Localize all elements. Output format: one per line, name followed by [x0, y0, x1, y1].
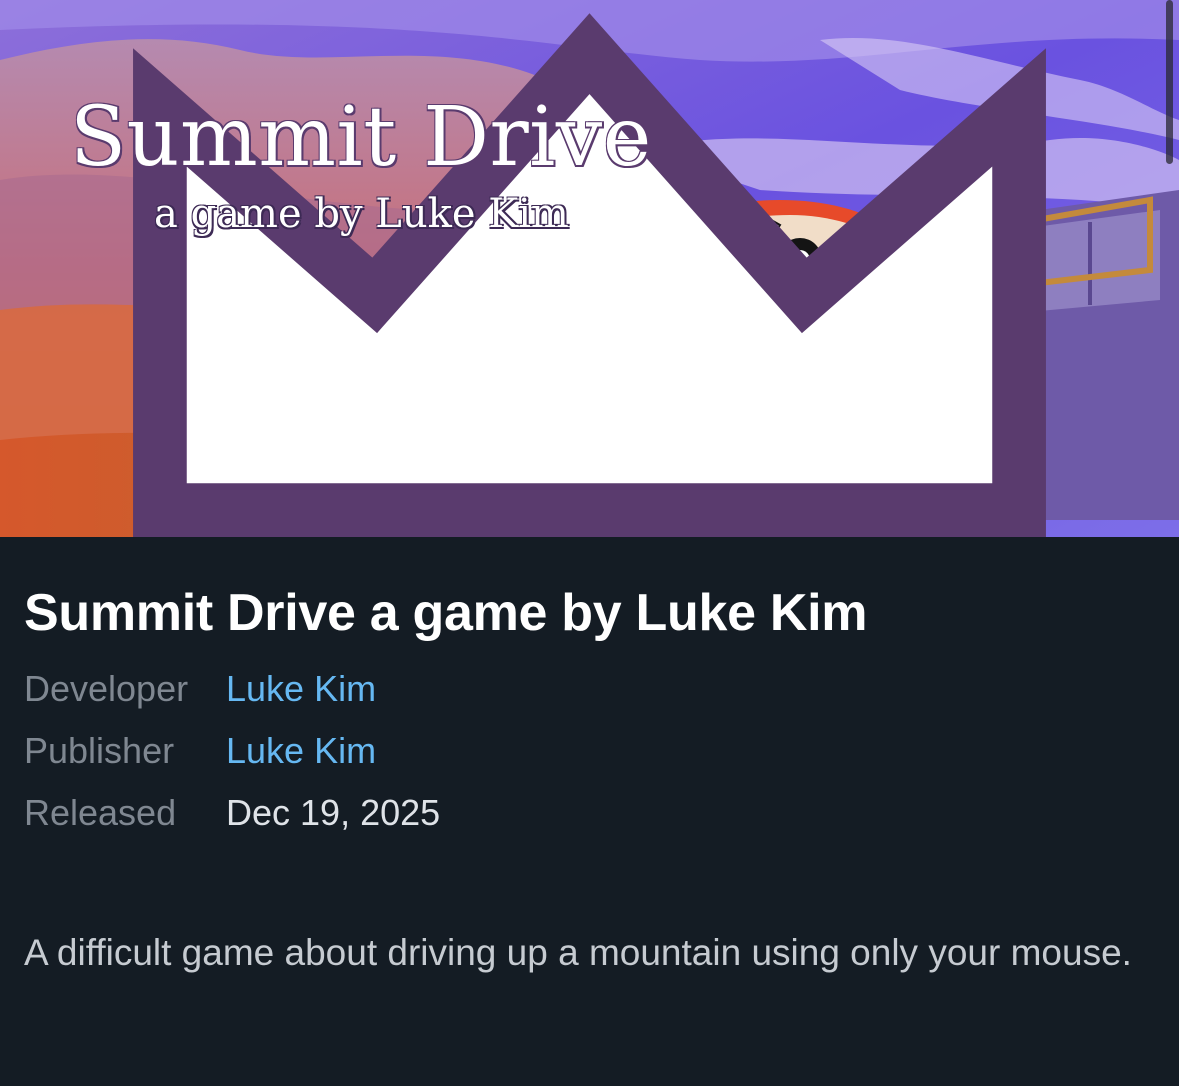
released-label: Released — [24, 792, 177, 833]
publisher-label: Publisher — [24, 730, 175, 771]
hero-title: Summit Drive — [70, 90, 652, 185]
publisher-link[interactable]: Luke Kim — [226, 730, 376, 772]
release-date: Dec 19, 2025 — [226, 792, 441, 833]
hero-image: Summit Drive a game by Luke Kim — [0, 0, 1179, 537]
game-info: Summit Drive a game by Luke Kim Develope… — [24, 580, 1155, 1018]
game-title: Summit Drive a game by Luke Kim — [24, 584, 868, 642]
developer-label: Developer — [24, 668, 189, 709]
game-description: A difficult game about driving up a moun… — [24, 932, 1132, 973]
crown-icon — [133, 13, 1046, 537]
game-meta: Developer Luke Kim Publisher Luke Kim Re… — [24, 658, 1155, 844]
developer-link[interactable]: Luke Kim — [226, 668, 376, 710]
game-details-page: Summit Drive a game by Luke Kim Summit D… — [0, 0, 1179, 1086]
developer-row: Developer Luke Kim — [24, 658, 1155, 720]
hero-subtitle: a game by Luke Kim — [154, 191, 569, 237]
hero-logo: Summit Drive a game by Luke Kim — [70, 88, 830, 236]
released-row: Released Dec 19, 2025 — [24, 782, 1155, 844]
publisher-row: Publisher Luke Kim — [24, 720, 1155, 782]
scrollbar[interactable] — [1166, 0, 1173, 164]
